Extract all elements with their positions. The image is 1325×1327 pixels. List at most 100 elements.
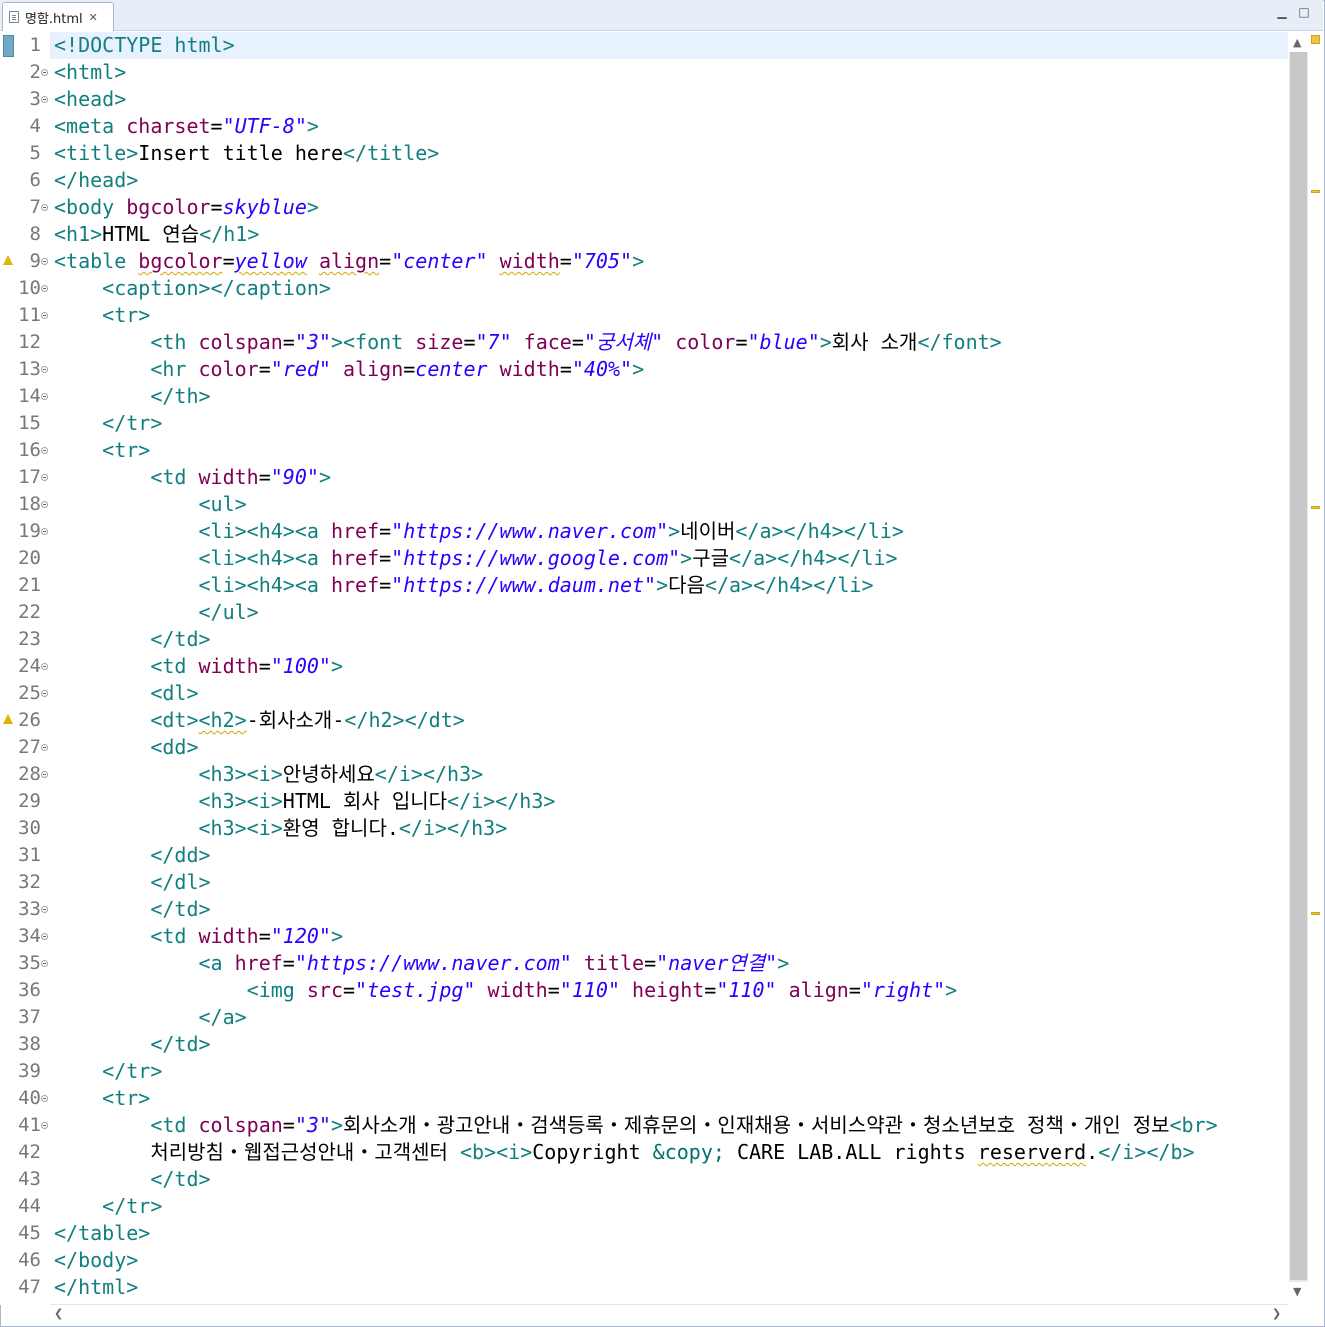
code-line[interactable]: 26 <dt><h2>-회사소개-</h2></dt>	[0, 707, 1288, 734]
maximize-icon[interactable]: □	[1298, 6, 1310, 18]
code-line[interactable]: 8 <h1>HTML 연습</h1>	[0, 221, 1288, 248]
code-line[interactable]: 9 <table bgcolor=yellow align="center" wi…	[0, 248, 1288, 275]
code-line[interactable]: 19 <li><h4><a href="https://www.naver.co…	[0, 518, 1288, 545]
code-text[interactable]: <caption></caption>	[54, 275, 331, 302]
code-line[interactable]: 31 </dd>	[0, 842, 1288, 869]
file-tab[interactable]: 명함.html ✕	[2, 2, 114, 31]
code-text[interactable]: </tr>	[54, 1193, 162, 1220]
code-line[interactable]: 2 <html>	[0, 59, 1288, 86]
code-line[interactable]: 23 </td>	[0, 626, 1288, 653]
code-line[interactable]: 40 <tr>	[0, 1085, 1288, 1112]
overview-warning-marker[interactable]	[1311, 506, 1320, 509]
code-text[interactable]: <td width="100">	[54, 653, 343, 680]
code-text[interactable]: </tr>	[54, 410, 162, 437]
code-text[interactable]: </td>	[54, 626, 210, 653]
code-text[interactable]: <h3><i>안녕하세요</i></h3>	[54, 761, 484, 788]
code-line[interactable]: 24 <td width="100">	[0, 653, 1288, 680]
code-line[interactable]: 25 <dl>	[0, 680, 1288, 707]
code-text[interactable]: <h1>HTML 연습</h1>	[54, 221, 259, 248]
code-text[interactable]: <td width="120">	[54, 923, 343, 950]
code-line[interactable]: 39 </tr>	[0, 1058, 1288, 1085]
scroll-right-icon[interactable]: ❯	[1272, 1307, 1281, 1320]
code-text[interactable]: </body>	[54, 1247, 138, 1274]
code-text[interactable]: <meta charset="UTF-8">	[54, 113, 319, 140]
code-line[interactable]: 15 </tr>	[0, 410, 1288, 437]
close-icon[interactable]: ✕	[89, 11, 98, 24]
code-text[interactable]: </th>	[54, 383, 210, 410]
code-text[interactable]: <dt><h2>-회사소개-</h2></dt>	[54, 707, 464, 734]
code-line[interactable]: 30 <h3><i>환영 합니다.</i></h3>	[0, 815, 1288, 842]
code-text[interactable]: <ul>	[54, 491, 247, 518]
fold-toggle-icon[interactable]	[41, 258, 48, 265]
code-text[interactable]: </dl>	[54, 869, 210, 896]
code-line[interactable]: 16 <tr>	[0, 437, 1288, 464]
fold-toggle-icon[interactable]	[41, 447, 48, 454]
overview-warning-marker[interactable]	[1311, 190, 1320, 193]
fold-toggle-icon[interactable]	[41, 285, 48, 292]
code-text[interactable]: </html>	[54, 1274, 138, 1301]
code-line[interactable]: 11 <tr>	[0, 302, 1288, 329]
fold-toggle-icon[interactable]	[41, 906, 48, 913]
code-text[interactable]: </table>	[54, 1220, 150, 1247]
code-text[interactable]: </head>	[54, 167, 138, 194]
fold-toggle-icon[interactable]	[41, 366, 48, 373]
fold-toggle-icon[interactable]	[41, 933, 48, 940]
code-text[interactable]: <li><h4><a href="https://www.daum.net">다…	[54, 572, 874, 599]
code-text[interactable]: <body bgcolor=skyblue>	[54, 194, 319, 221]
code-text[interactable]: <td width="90">	[54, 464, 331, 491]
code-text[interactable]: </td>	[54, 896, 210, 923]
code-line[interactable]: 13 <hr color="red" align=center width="4…	[0, 356, 1288, 383]
code-text[interactable]: <img src="test.jpg" width="110" height="…	[54, 977, 958, 1004]
code-line[interactable]: 5 <title>Insert title here</title>	[0, 140, 1288, 167]
code-line[interactable]: 29 <h3><i>HTML 회사 입니다</i></h3>	[0, 788, 1288, 815]
fold-toggle-icon[interactable]	[41, 501, 48, 508]
code-text[interactable]: <li><h4><a href="https://www.naver.com">…	[54, 518, 904, 545]
code-line[interactable]: 18 <ul>	[0, 491, 1288, 518]
code-text[interactable]: <tr>	[54, 437, 150, 464]
code-text[interactable]: <tr>	[54, 302, 150, 329]
warning-icon[interactable]	[3, 255, 13, 265]
code-text[interactable]: <h3><i>환영 합니다.</i></h3>	[54, 815, 508, 842]
horizontal-scrollbar[interactable]: ❮ ❯	[50, 1304, 1288, 1325]
vertical-scroll-thumb[interactable]	[1290, 52, 1307, 1280]
code-line[interactable]: 4 <meta charset="UTF-8">	[0, 113, 1288, 140]
fold-toggle-icon[interactable]	[41, 69, 48, 76]
code-text[interactable]: <th colspan="3"><font size="7" face="궁서체…	[54, 329, 1001, 356]
scroll-up-icon[interactable]: ▲	[1293, 36, 1301, 49]
code-text[interactable]: <head>	[54, 86, 126, 113]
code-text[interactable]: <table bgcolor=yellow align="center" wid…	[54, 248, 644, 275]
code-line[interactable]: 3 <head>	[0, 86, 1288, 113]
code-text[interactable]: 처리방침・웹접근성안내・고객센터 <b><i>Copyright &copy; …	[54, 1139, 1194, 1166]
code-line[interactable]: 7 <body bgcolor=skyblue>	[0, 194, 1288, 221]
code-line[interactable]: 20 <li><h4><a href="https://www.google.c…	[0, 545, 1288, 572]
fold-toggle-icon[interactable]	[41, 771, 48, 778]
code-line[interactable]: 22 </ul>	[0, 599, 1288, 626]
code-text[interactable]: <dd>	[54, 734, 198, 761]
scroll-down-icon[interactable]: ▼	[1293, 1285, 1301, 1298]
code-text[interactable]: <li><h4><a href="https://www.google.com"…	[54, 545, 898, 572]
code-line[interactable]: 12 <th colspan="3"><font size="7" face="…	[0, 329, 1288, 356]
fold-toggle-icon[interactable]	[41, 96, 48, 103]
overview-warning-marker[interactable]	[1311, 912, 1320, 915]
code-line[interactable]: 10 <caption></caption>	[0, 275, 1288, 302]
code-text[interactable]: <title>Insert title here</title>	[54, 140, 439, 167]
code-line[interactable]: 14 </th>	[0, 383, 1288, 410]
code-text[interactable]: <dl>	[54, 680, 198, 707]
code-line[interactable]: 28 <h3><i>안녕하세요</i></h3>	[0, 761, 1288, 788]
code-text[interactable]: <!DOCTYPE html>	[54, 32, 235, 59]
code-editor[interactable]: 1 <!DOCTYPE html> 2 <html> 3 <head> 4 <meta cha…	[0, 31, 1288, 1305]
code-line[interactable]: 27 <dd>	[0, 734, 1288, 761]
code-line[interactable]: 1 <!DOCTYPE html>	[0, 32, 1288, 59]
fold-toggle-icon[interactable]	[41, 1122, 48, 1129]
fold-toggle-icon[interactable]	[41, 960, 48, 967]
scroll-left-icon[interactable]: ❮	[54, 1307, 63, 1320]
minimize-icon[interactable]: ▁	[1276, 6, 1288, 18]
fold-toggle-icon[interactable]	[41, 312, 48, 319]
code-line[interactable]: 43 </td>	[0, 1166, 1288, 1193]
overview-warning-indicator[interactable]	[1311, 35, 1320, 44]
code-line[interactable]: 17 <td width="90">	[0, 464, 1288, 491]
fold-toggle-icon[interactable]	[41, 204, 48, 211]
fold-toggle-icon[interactable]	[41, 690, 48, 697]
fold-toggle-icon[interactable]	[41, 1095, 48, 1102]
fold-toggle-icon[interactable]	[41, 663, 48, 670]
